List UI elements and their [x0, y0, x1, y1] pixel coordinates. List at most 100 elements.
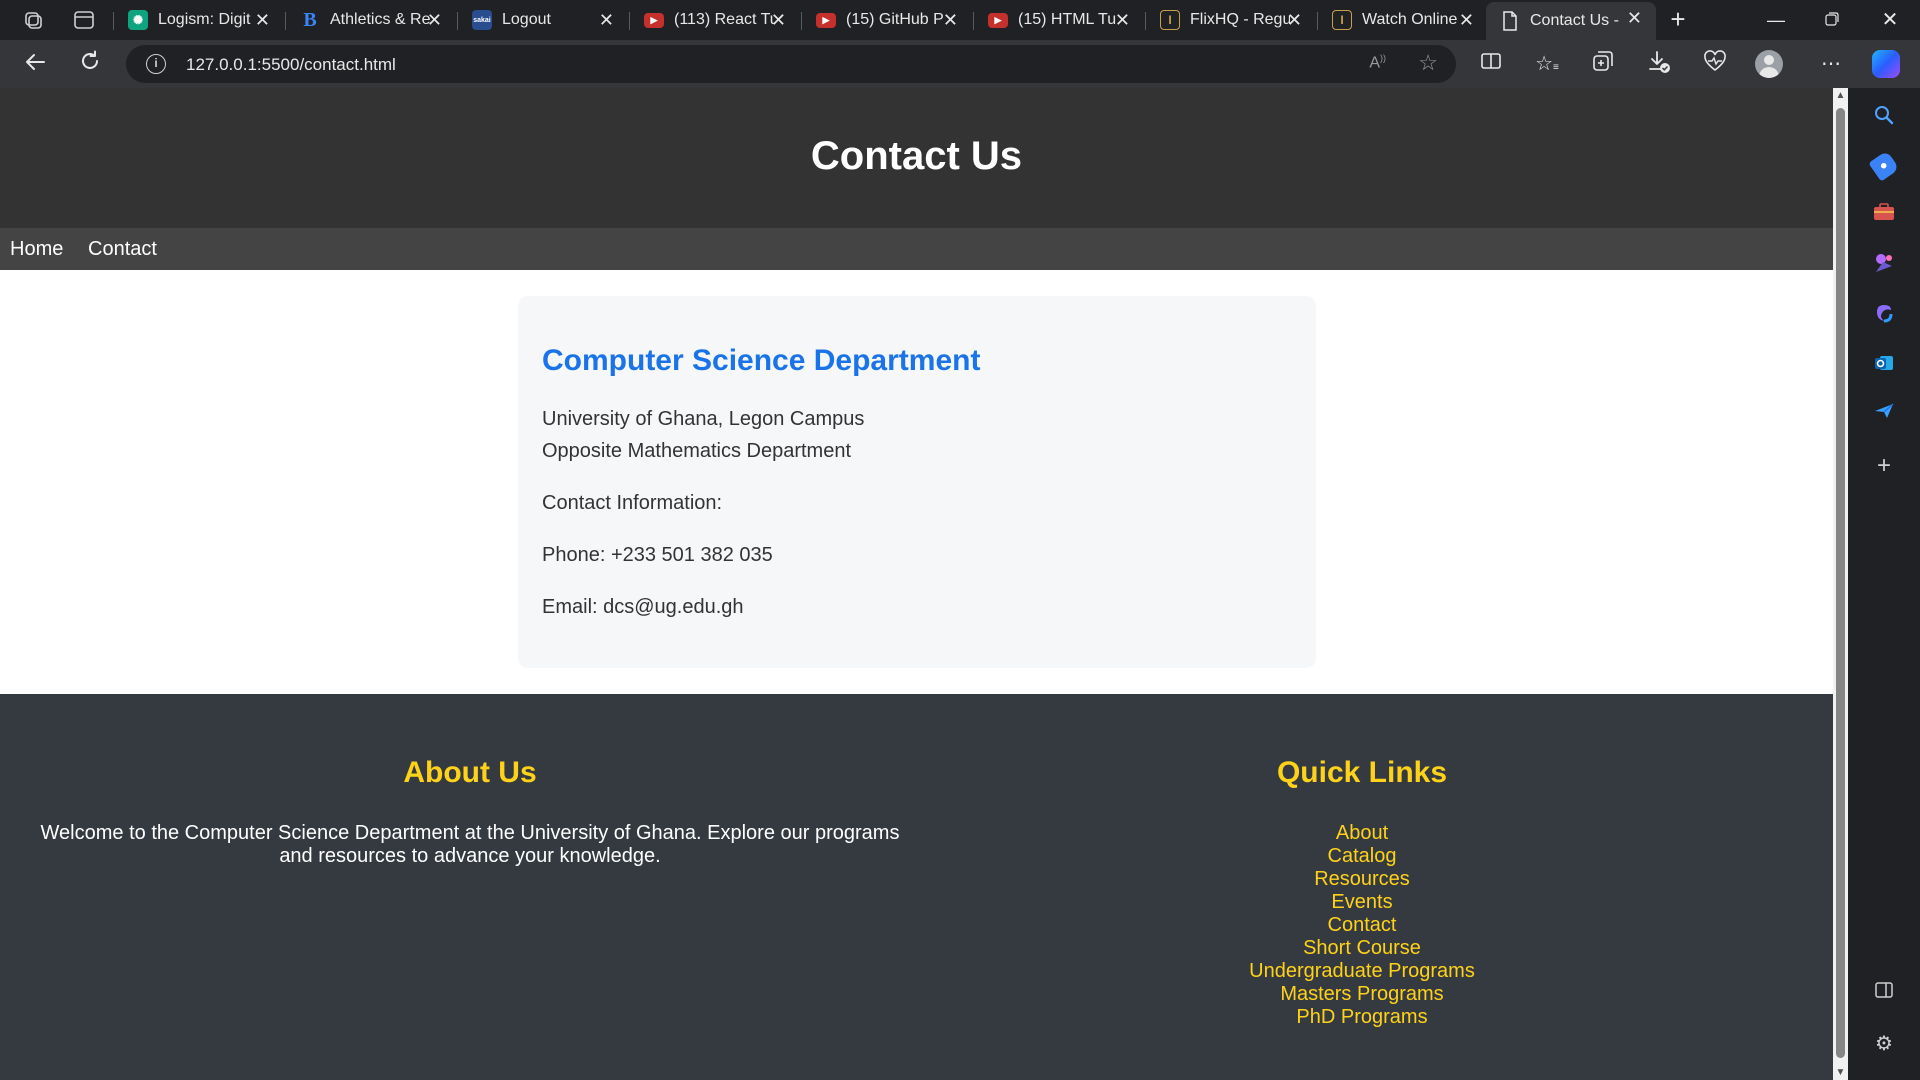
games-icon[interactable]	[1870, 252, 1898, 280]
vertical-tabs-icon[interactable]	[71, 8, 97, 32]
close-tab-icon[interactable]: ✕	[1287, 10, 1302, 31]
search-icon[interactable]	[1870, 104, 1898, 132]
shopping-tag-icon[interactable]: ●	[1868, 150, 1900, 182]
tab-label: (15) GitHub P	[846, 11, 944, 28]
scroll-down-arrow-icon[interactable]: ▼	[1833, 1067, 1848, 1078]
email-text: Email: dcs@ug.edu.gh	[542, 596, 744, 618]
tab-contact-us[interactable]: Contact Us - ✕	[1486, 2, 1656, 40]
close-tab-icon[interactable]: ✕	[1459, 10, 1474, 31]
edge-sidebar: ● + ⚙	[1848, 88, 1920, 1080]
youtube-icon: ▶	[644, 12, 664, 28]
site-nav: Home Contact	[0, 228, 1833, 270]
footer-link-catalog[interactable]: Catalog	[1162, 845, 1562, 868]
scroll-thumb[interactable]	[1836, 108, 1845, 1058]
close-window-button[interactable]: ✕	[1876, 6, 1904, 34]
address-line-2: Opposite Mathematics Department	[542, 440, 852, 462]
restore-button[interactable]	[1818, 6, 1846, 34]
footer-link-resources[interactable]: Resources	[1162, 868, 1562, 891]
settings-more-icon[interactable]: ⋯	[1816, 50, 1846, 78]
footer-link-about[interactable]: About	[1162, 822, 1562, 845]
url-bar[interactable]: i 127.0.0.1:5500/contact.html A)) ☆	[126, 45, 1456, 83]
page-scrollbar[interactable]: ▲ ▼	[1833, 88, 1848, 1080]
split-screen-icon[interactable]	[1476, 50, 1506, 78]
tab-bar: ✺ Logism: Digit ✕ B Athletics & Re ✕ sak…	[0, 0, 1920, 40]
youtube-icon: ▶	[988, 12, 1008, 28]
footer-link-contact[interactable]: Contact	[1162, 914, 1562, 937]
tab-athletics[interactable]: B Athletics & Re ✕	[286, 4, 456, 36]
nav-link-home[interactable]: Home	[10, 238, 63, 261]
chatgpt-icon: ✺	[128, 10, 148, 30]
tab-github[interactable]: ▶ (15) GitHub P ✕	[802, 4, 972, 36]
send-icon[interactable]	[1870, 402, 1898, 430]
tools-icon[interactable]	[1870, 202, 1898, 230]
tab-label: Contact Us -	[1530, 12, 1619, 29]
about-us-text: Welcome to the Computer Science Departme…	[40, 822, 900, 867]
tab-react-tutorial[interactable]: ▶ (113) React Tu ✕	[630, 4, 800, 36]
flixhq-icon: I	[1332, 10, 1352, 30]
footer-link-short-course[interactable]: Short Course	[1162, 937, 1562, 960]
url-text[interactable]: 127.0.0.1:5500/contact.html	[186, 55, 396, 75]
footer-link-undergraduate[interactable]: Undergraduate Programs	[1162, 960, 1562, 983]
tab-logout[interactable]: sakai Logout ✕	[458, 4, 628, 36]
copilot-icon[interactable]	[1872, 50, 1900, 78]
phone-text: Phone: +233 501 382 035	[542, 544, 773, 566]
close-tab-icon[interactable]: ✕	[771, 10, 786, 31]
sidebar-settings-gear-icon[interactable]: ⚙	[1870, 1030, 1898, 1058]
tab-label: (15) HTML Tu	[1018, 11, 1117, 28]
workspaces-icon[interactable]	[20, 8, 46, 32]
sakai-icon: sakai	[472, 10, 492, 30]
nav-link-contact[interactable]: Contact	[88, 238, 157, 261]
minimize-button[interactable]: —	[1762, 6, 1790, 34]
hide-sidebar-icon[interactable]	[1870, 980, 1898, 1008]
downloads-icon[interactable]	[1644, 50, 1674, 78]
favorite-star-icon[interactable]: ☆	[1418, 50, 1438, 76]
site-header: Contact Us	[0, 88, 1833, 228]
add-sidebar-app-icon[interactable]: +	[1870, 452, 1898, 480]
close-tab-icon[interactable]: ✕	[427, 10, 442, 31]
about-us-title: About Us	[403, 756, 537, 789]
close-tab-icon[interactable]: ✕	[255, 10, 270, 31]
scroll-up-arrow-icon[interactable]: ▲	[1833, 90, 1848, 101]
contact-info-heading: Contact Information:	[542, 492, 723, 514]
tab-logism[interactable]: ✺ Logism: Digit ✕	[114, 4, 284, 36]
copilot-sidebar-icon[interactable]	[1870, 302, 1898, 330]
profile-avatar[interactable]	[1755, 50, 1783, 78]
browser-essentials-icon[interactable]	[1700, 50, 1730, 78]
flixhq-icon: I	[1160, 10, 1180, 30]
close-tab-icon[interactable]: ✕	[943, 10, 958, 31]
page-icon	[1500, 11, 1520, 31]
new-tab-button[interactable]: +	[1664, 6, 1692, 34]
address-bar-row: i 127.0.0.1:5500/contact.html A)) ☆ ☆≡ ⋯	[0, 40, 1920, 88]
youtube-icon: ▶	[816, 12, 836, 28]
bing-b-icon: B	[303, 8, 317, 31]
footer-link-phd[interactable]: PhD Programs	[1162, 1006, 1562, 1029]
quick-links-list: About Catalog Resources Events Contact S…	[1162, 822, 1562, 1029]
contact-card: Computer Science Department University o…	[518, 296, 1316, 668]
webpage: Contact Us Home Contact Computer Science…	[0, 88, 1833, 1080]
refresh-icon[interactable]	[75, 50, 105, 78]
site-footer: About Us Welcome to the Computer Science…	[0, 694, 1833, 1080]
read-aloud-icon[interactable]: A))	[1369, 53, 1386, 72]
quick-links-title: Quick Links	[1276, 756, 1448, 789]
collections-icon[interactable]	[1588, 50, 1618, 78]
tab-label: Athletics & Re	[330, 11, 430, 28]
tab-label: Logism: Digit	[158, 11, 251, 28]
site-info-icon[interactable]: i	[146, 54, 166, 74]
tab-html-tutorial[interactable]: ▶ (15) HTML Tu ✕	[974, 4, 1144, 36]
page-title: Contact Us	[810, 134, 1023, 178]
outlook-icon[interactable]	[1870, 352, 1898, 380]
close-tab-icon[interactable]: ✕	[1627, 8, 1642, 29]
close-tab-icon[interactable]: ✕	[599, 10, 614, 31]
tab-label: (113) React Tu	[674, 11, 774, 28]
close-tab-icon[interactable]: ✕	[1115, 10, 1130, 31]
tab-label: Watch Online	[1362, 11, 1458, 28]
department-title: Computer Science Department	[542, 344, 981, 377]
footer-link-masters[interactable]: Masters Programs	[1162, 983, 1562, 1006]
tab-watch-online[interactable]: I Watch Online ✕	[1318, 4, 1488, 36]
tab-flixhq[interactable]: I FlixHQ - Regu ✕	[1146, 4, 1316, 36]
footer-link-events[interactable]: Events	[1162, 891, 1562, 914]
favorites-icon[interactable]: ☆≡	[1532, 50, 1562, 78]
tab-label: Logout	[502, 11, 551, 28]
back-arrow-icon[interactable]	[20, 50, 50, 78]
address-line-1: University of Ghana, Legon Campus	[542, 408, 865, 430]
